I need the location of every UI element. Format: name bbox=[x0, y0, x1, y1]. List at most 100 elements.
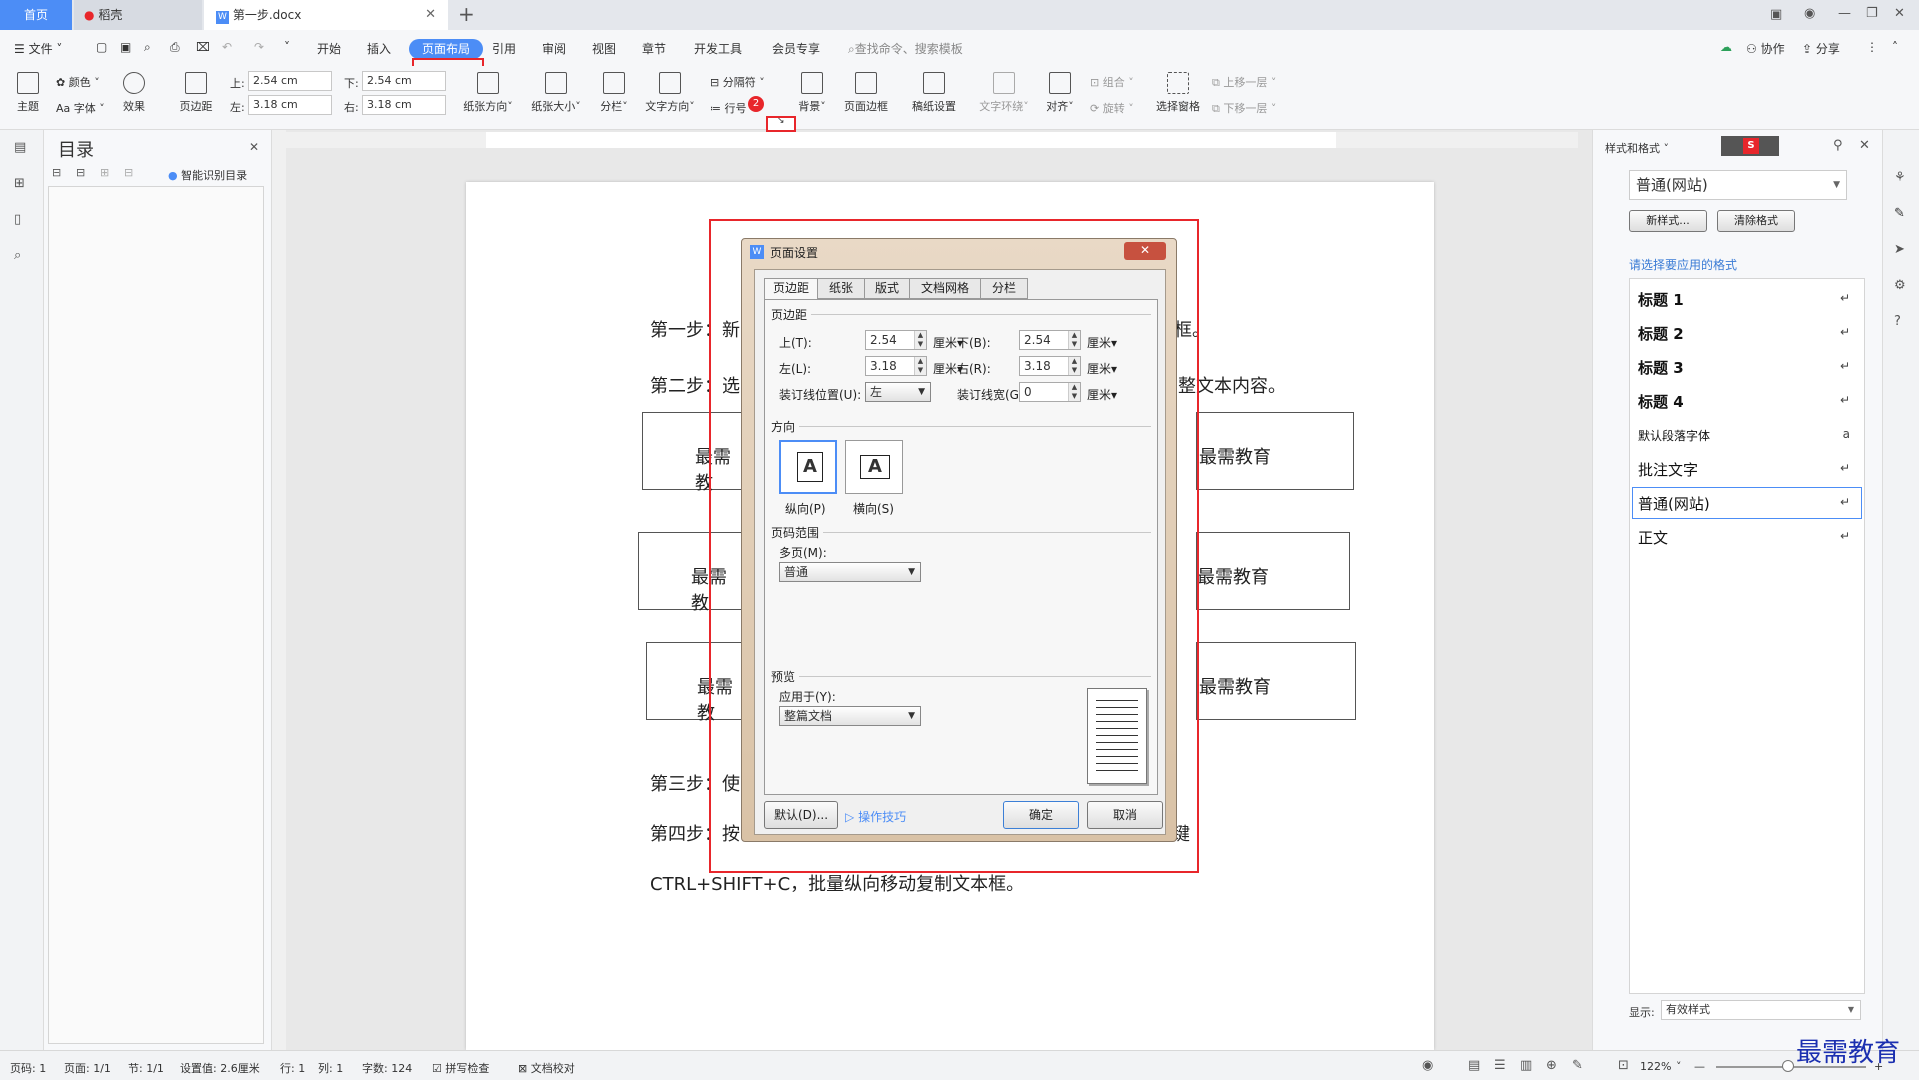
outline-view-icon[interactable]: ☰ bbox=[1494, 1058, 1506, 1073]
style-item[interactable]: 批注文字 bbox=[1638, 459, 1698, 480]
nav-icon[interactable]: ⊞ bbox=[14, 176, 25, 191]
close-tab-icon[interactable]: ✕ bbox=[425, 0, 436, 30]
tab-paper[interactable]: 纸张 bbox=[817, 278, 865, 299]
tab-draft[interactable]: ● 稻壳 bbox=[74, 0, 202, 30]
menu-start[interactable]: 开始 bbox=[317, 40, 341, 57]
menu-references[interactable]: 引用 bbox=[492, 40, 516, 57]
dialog-close-button[interactable]: ✕ bbox=[1124, 242, 1166, 260]
page-setup-launcher[interactable]: ↘ bbox=[766, 116, 796, 132]
left-margin-field[interactable]: 3.18 ▲ ▼ bbox=[865, 356, 927, 376]
menu-member[interactable]: 会员专享 bbox=[772, 40, 820, 57]
pen-icon[interactable]: ✎ bbox=[1894, 206, 1905, 221]
multi-pages-select[interactable]: 普通 ▼ bbox=[779, 562, 921, 582]
close-icon[interactable]: ✕ bbox=[249, 140, 259, 154]
style-item[interactable]: 普通(网站) bbox=[1638, 493, 1710, 514]
clear-format-button[interactable]: 清除格式 bbox=[1717, 210, 1795, 232]
fit-page-icon[interactable]: ⊡ bbox=[1618, 1058, 1629, 1073]
zoom-slider-handle[interactable] bbox=[1782, 1060, 1794, 1072]
tab-margins[interactable]: 页边距 bbox=[764, 278, 818, 300]
style-item[interactable]: 默认段落字体 bbox=[1638, 427, 1710, 444]
print-preview-icon[interactable]: ⌧ bbox=[196, 40, 210, 54]
new-tab-icon[interactable]: + bbox=[458, 0, 475, 28]
zoom-dropdown-icon[interactable]: ˅ bbox=[1676, 1060, 1682, 1073]
file-menu[interactable]: ☰ 文件 ˅ bbox=[14, 40, 62, 57]
zoom-level[interactable]: 122% bbox=[1640, 1060, 1671, 1073]
menu-chapter[interactable]: 章节 bbox=[642, 40, 666, 57]
web-view-icon[interactable]: ⊕ bbox=[1546, 1058, 1557, 1073]
theme-button[interactable]: 主题 bbox=[10, 72, 46, 114]
add-icon[interactable]: ⊞ bbox=[100, 166, 109, 179]
tab-document[interactable]: W 第一步.docx ✕ bbox=[204, 0, 448, 30]
unit-label[interactable]: 厘米▾ bbox=[1087, 386, 1117, 403]
eye-icon[interactable]: ◉ bbox=[1422, 1058, 1433, 1073]
landscape-option[interactable]: A bbox=[845, 440, 903, 494]
menu-view[interactable]: 视图 bbox=[592, 40, 616, 57]
style-item[interactable]: 标题 1 bbox=[1638, 289, 1684, 310]
tab-columns[interactable]: 分栏 bbox=[980, 278, 1028, 299]
default-button[interactable]: 默认(D)... bbox=[764, 801, 838, 829]
columns-button[interactable]: 分栏˅ bbox=[594, 72, 634, 114]
bottom-margin-input[interactable]: 2.54 cm bbox=[362, 71, 446, 91]
tab-doc-grid[interactable]: 文档网格 bbox=[909, 278, 981, 299]
size-button[interactable]: 纸张大小˅ bbox=[526, 72, 586, 114]
tab-layout[interactable]: 版式 bbox=[864, 278, 910, 299]
left-margin-input[interactable]: 3.18 cm bbox=[248, 95, 332, 115]
spin-icon[interactable]: ▲ ▼ bbox=[914, 331, 926, 349]
tips-link[interactable]: ▷ 操作技巧 bbox=[845, 808, 906, 825]
new-doc-icon[interactable]: ▢ bbox=[96, 40, 107, 54]
expand-icon[interactable]: ⊟ bbox=[52, 166, 61, 179]
page-view-icon[interactable]: ▤ bbox=[1468, 1058, 1480, 1073]
print-icon[interactable]: ⎙ bbox=[170, 40, 180, 55]
menu-insert[interactable]: 插入 bbox=[367, 40, 391, 57]
orientation-button[interactable]: 纸张方向˅ bbox=[458, 72, 518, 114]
share-button[interactable]: ⇪ 分享 bbox=[1802, 40, 1840, 57]
unit-label[interactable]: 厘米▾ bbox=[1087, 334, 1117, 351]
close-icon[interactable]: ✕ bbox=[1859, 138, 1870, 153]
color-button[interactable]: ✿ 颜色 ˅ bbox=[56, 74, 100, 90]
margins-button[interactable]: 页边距 bbox=[172, 72, 220, 114]
more-icon[interactable]: ⋮ bbox=[1866, 40, 1878, 54]
cloud-sync-icon[interactable]: ☁ bbox=[1720, 40, 1732, 54]
status-words[interactable]: 字数: 124 bbox=[362, 1060, 412, 1076]
bookmark-icon[interactable]: ▯ bbox=[14, 212, 21, 227]
style-item[interactable]: 标题 3 bbox=[1638, 357, 1684, 378]
bottom-margin-field[interactable]: 2.54 ▲ ▼ bbox=[1019, 330, 1081, 350]
close-window-icon[interactable]: ✕ bbox=[1894, 6, 1905, 21]
right-margin-field[interactable]: 3.18 ▲ ▼ bbox=[1019, 356, 1081, 376]
background-button[interactable]: 背景˅ bbox=[792, 72, 832, 114]
style-item[interactable]: 标题 2 bbox=[1638, 323, 1684, 344]
unit-label[interactable]: 厘米▾ bbox=[1087, 360, 1117, 377]
gutter-position-select[interactable]: 左 ▼ bbox=[865, 382, 931, 402]
text-direction-button[interactable]: 文字方向˅ bbox=[642, 72, 698, 114]
top-margin-field[interactable]: 2.54 ▲ ▼ bbox=[865, 330, 927, 350]
proofread-button[interactable]: ⊠ 文档校对 bbox=[518, 1060, 575, 1076]
cancel-button[interactable]: 取消 bbox=[1087, 801, 1163, 829]
command-search[interactable]: ⌕查找命令、搜索模板 bbox=[848, 40, 963, 57]
spell-check-button[interactable]: ☑ 拼写检查 bbox=[432, 1060, 489, 1076]
spin-icon[interactable]: ▲ ▼ bbox=[1068, 357, 1080, 375]
align-button[interactable]: 对齐˅ bbox=[1040, 72, 1080, 114]
ok-button[interactable]: 确定 bbox=[1003, 801, 1079, 829]
show-select[interactable]: 有效样式 ▼ bbox=[1661, 1000, 1861, 1020]
help-icon[interactable]: ? bbox=[1894, 314, 1901, 329]
spin-icon[interactable]: ▲ ▼ bbox=[1068, 383, 1080, 401]
read-view-icon[interactable]: ▥ bbox=[1520, 1058, 1532, 1073]
cursor-icon[interactable]: ➤ bbox=[1894, 242, 1905, 257]
avatar[interactable]: ◉ bbox=[1804, 6, 1815, 21]
zoom-out-icon[interactable]: — bbox=[1694, 1060, 1705, 1073]
smart-toc-button[interactable]: ● 智能识别目录 bbox=[168, 167, 247, 183]
font-button[interactable]: Aa 字体 ˅ bbox=[56, 100, 105, 116]
style-item[interactable]: 标题 4 bbox=[1638, 391, 1684, 412]
gutter-width-field[interactable]: 0 ▲ ▼ bbox=[1019, 382, 1081, 402]
menu-page-layout[interactable]: 页面布局 bbox=[409, 39, 483, 59]
collapse-icon[interactable]: ⊟ bbox=[76, 166, 85, 179]
text-box[interactable]: 最需教育 bbox=[1196, 412, 1354, 490]
spin-icon[interactable]: ▲ ▼ bbox=[914, 357, 926, 375]
manuscript-button[interactable]: 稿纸设置 bbox=[906, 72, 962, 114]
settings-icon[interactable]: ⚙ bbox=[1894, 278, 1906, 293]
group-button[interactable]: ⊡ 组合 ˅ bbox=[1090, 74, 1134, 90]
redo-icon[interactable]: ↷ bbox=[254, 40, 264, 54]
search-icon[interactable]: ⌕ bbox=[14, 248, 21, 263]
save-icon[interactable]: ▣ bbox=[120, 40, 131, 54]
toc-icon[interactable]: ▤ bbox=[14, 140, 26, 155]
